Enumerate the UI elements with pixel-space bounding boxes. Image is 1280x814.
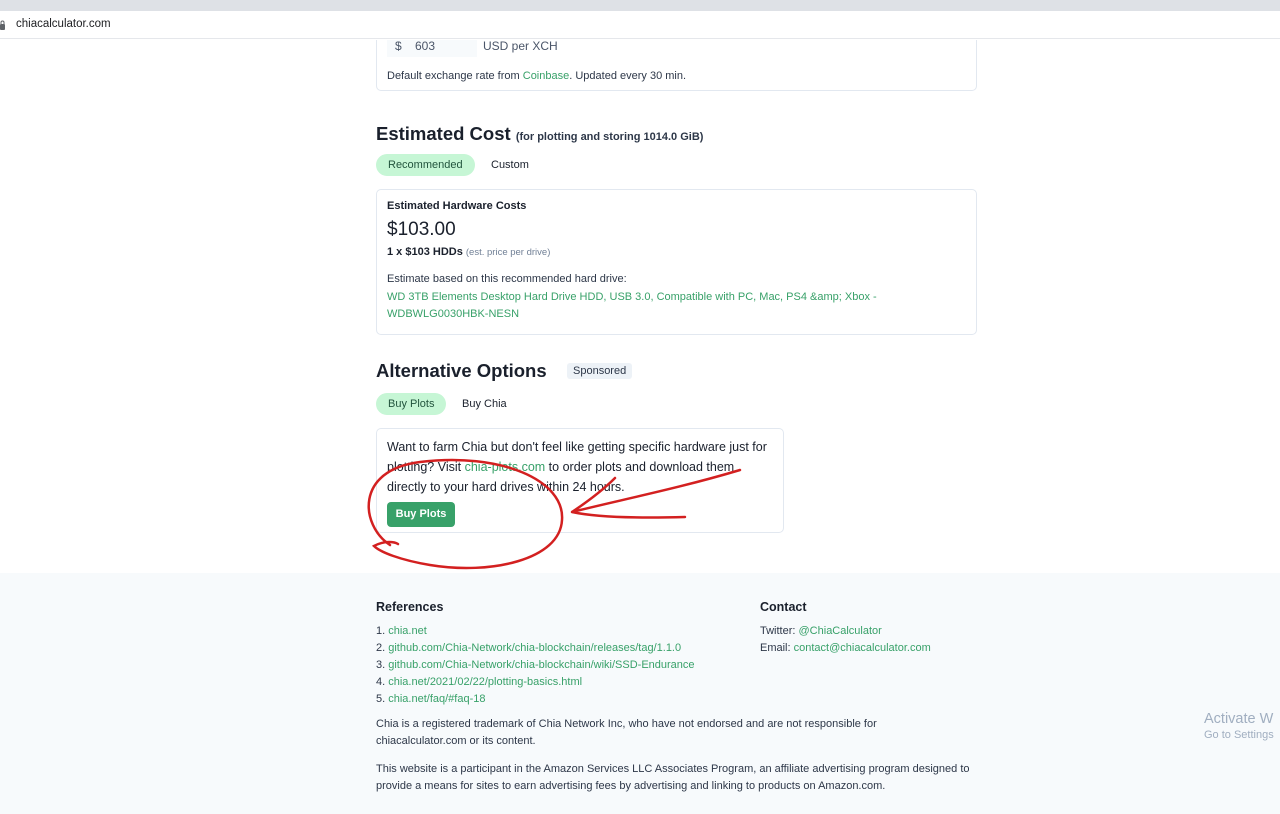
address-bar[interactable]: chiacalculator.com <box>0 11 1280 39</box>
reference-item: 3. github.com/Chia-Network/chia-blockcha… <box>376 657 695 674</box>
ref-num: 4. <box>376 676 389 688</box>
alternative-options-title: Alternative Options <box>376 360 547 381</box>
ref-num: 3. <box>376 659 389 671</box>
contact-info: Twitter: @ChiaCalculator Email: contact@… <box>760 623 931 657</box>
lock-icon <box>0 20 5 30</box>
ref-num: 1. <box>376 625 389 637</box>
reference-link[interactable]: github.com/Chia-Network/chia-blockchain/… <box>388 642 681 654</box>
exchange-rate-input[interactable]: $ 603 <box>387 40 477 57</box>
buy-plots-button[interactable]: Buy Plots <box>387 502 455 527</box>
buy-plots-description: Want to farm Chia but don't feel like ge… <box>387 437 777 497</box>
footer: References 1. chia.net 2. github.com/Chi… <box>0 573 1280 814</box>
estimated-cost-heading: Estimated Cost (for plotting and storing… <box>376 123 703 145</box>
currency-symbol: $ <box>395 40 402 53</box>
watermark-line-1: Activate W <box>1204 711 1274 727</box>
twitter-link[interactable]: @ChiaCalculator <box>799 625 882 637</box>
estimated-cost-title: Estimated Cost <box>376 123 511 144</box>
tab-custom[interactable]: Custom <box>479 154 541 176</box>
amazon-notice: This website is a participant in the Ama… <box>376 763 970 792</box>
twitter-line: Twitter: @ChiaCalculator <box>760 623 931 640</box>
tab-buy-plots[interactable]: Buy Plots <box>376 393 447 415</box>
drive-price-note: (est. price per drive) <box>465 247 551 258</box>
references-title: References <box>376 600 444 614</box>
contact-title: Contact <box>760 600 807 614</box>
drive-count: 1 x $103 HDDs (est. price per drive) <box>387 246 550 258</box>
reference-item: 2. github.com/Chia-Network/chia-blockcha… <box>376 640 695 657</box>
exchange-rate-unit: USD per XCH <box>483 40 558 53</box>
reference-link[interactable]: github.com/Chia-Network/chia-blockchain/… <box>388 659 694 671</box>
reference-item: 1. chia.net <box>376 623 695 640</box>
exchange-rate-note: Default exchange rate from Coinbase. Upd… <box>387 70 686 82</box>
exchange-rate-value[interactable]: 603 <box>415 40 435 53</box>
email-label: Email: <box>760 642 794 654</box>
page-content: $ 603 USD per XCH Default exchange rate … <box>0 40 1280 814</box>
trademark-notice: Chia is a registered trademark of Chia N… <box>376 718 877 747</box>
note-prefix: Default exchange rate from <box>387 70 523 82</box>
url-text[interactable]: chiacalculator.com <box>16 18 111 30</box>
recommended-drive-link[interactable]: WD 3TB Elements Desktop Hard Drive HDD, … <box>387 289 927 323</box>
reference-link[interactable]: chia.net/2021/02/22/plotting-basics.html <box>388 676 582 688</box>
ref-num: 2. <box>376 642 389 654</box>
coinbase-link[interactable]: Coinbase <box>523 70 569 82</box>
activate-windows-watermark: Activate W Go to Settings <box>1204 711 1274 741</box>
email-link[interactable]: contact@chiacalculator.com <box>794 642 931 654</box>
reference-item: 5. chia.net/faq/#faq-18 <box>376 691 695 708</box>
email-line: Email: contact@chiacalculator.com <box>760 640 931 657</box>
tab-recommended[interactable]: Recommended <box>376 154 475 176</box>
exchange-rate-card: $ 603 USD per XCH Default exchange rate … <box>376 40 977 91</box>
reference-item: 4. chia.net/2021/02/22/plotting-basics.h… <box>376 674 695 691</box>
ref-num: 5. <box>376 693 389 705</box>
hardware-price: $103.00 <box>387 219 456 240</box>
reference-link[interactable]: chia.net <box>388 625 427 637</box>
twitter-label: Twitter: <box>760 625 799 637</box>
references-list: 1. chia.net 2. github.com/Chia-Network/c… <box>376 623 695 708</box>
hardware-cost-label: Estimated Hardware Costs <box>387 200 527 212</box>
sponsored-badge: Sponsored <box>567 363 633 379</box>
browser-tab-strip <box>0 0 1280 11</box>
hardware-cost-card: Estimated Hardware Costs $103.00 1 x $10… <box>376 189 977 335</box>
tab-buy-chia[interactable]: Buy Chia <box>450 393 519 415</box>
buy-plots-card: Want to farm Chia but don't feel like ge… <box>376 428 784 533</box>
note-suffix: . Updated every 30 min. <box>569 70 687 82</box>
estimated-cost-subtitle: (for plotting and storing 1014.0 GiB) <box>515 131 704 143</box>
drive-count-text: 1 x $103 HDDs <box>387 246 463 258</box>
watermark-line-2: Go to Settings <box>1204 729 1274 741</box>
tab-strip-background <box>0 0 1280 11</box>
estimate-basis: Estimate based on this recommended hard … <box>387 273 627 285</box>
chia-plots-link[interactable]: chia-plots.com <box>465 460 546 474</box>
reference-link[interactable]: chia.net/faq/#faq-18 <box>388 693 485 705</box>
